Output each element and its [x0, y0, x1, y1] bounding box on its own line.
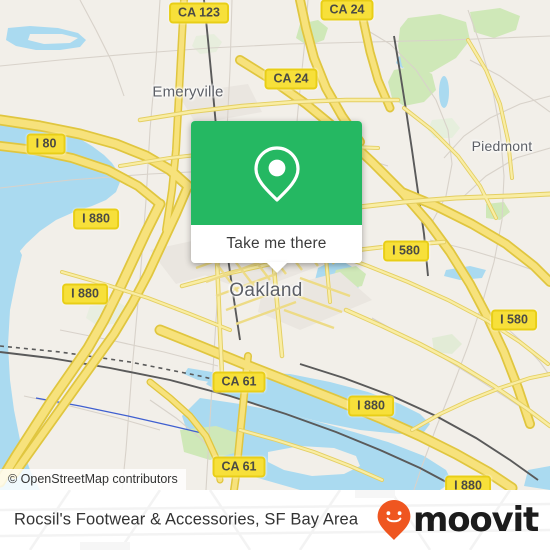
- map-pin-icon: [253, 146, 300, 202]
- highway-shield-ca-123: CA 123: [169, 2, 229, 24]
- highway-shield-i-880-central: I 880: [348, 395, 394, 417]
- highway-shield-ca-24: CA 24: [264, 68, 318, 90]
- highway-shield-i-880-north: I 880: [73, 208, 119, 230]
- footer-bar: Rocsil's Footwear & Accessories, SF Bay …: [0, 490, 550, 550]
- place-name-label: Rocsil's Footwear & Accessories, SF Bay …: [14, 510, 359, 529]
- highway-shield-i-880-south: I 880: [445, 475, 491, 490]
- highway-shield-ca-61-north: CA 61: [212, 371, 266, 393]
- moovit-logo[interactable]: moovit: [376, 499, 539, 541]
- highway-shield-i-580-north: I 580: [383, 240, 429, 262]
- map-screenshot: Emeryville Oakland Piedmont CA 123 CA 24…: [0, 0, 550, 550]
- water-pond-a: [439, 76, 449, 108]
- highway-shield-i-80: I 80: [26, 133, 66, 155]
- highway-shield-ca-24-top: CA 24: [320, 0, 374, 21]
- take-me-there-label: Take me there: [226, 235, 327, 252]
- moovit-wordmark: moovit: [412, 500, 539, 540]
- highway-shield-i-880-west: I 880: [62, 283, 108, 305]
- highway-shield-ca-61-south: CA 61: [212, 456, 266, 478]
- location-popup[interactable]: Take me there: [191, 121, 362, 273]
- map-attribution[interactable]: © OpenStreetMap contributors: [0, 469, 186, 490]
- popup-action-panel[interactable]: Take me there: [191, 225, 362, 273]
- moovit-pin-icon: [377, 500, 411, 540]
- popup-tail: [265, 262, 288, 273]
- popup-icon-panel: [191, 121, 362, 225]
- highway-shield-i-580-east: I 580: [491, 309, 537, 331]
